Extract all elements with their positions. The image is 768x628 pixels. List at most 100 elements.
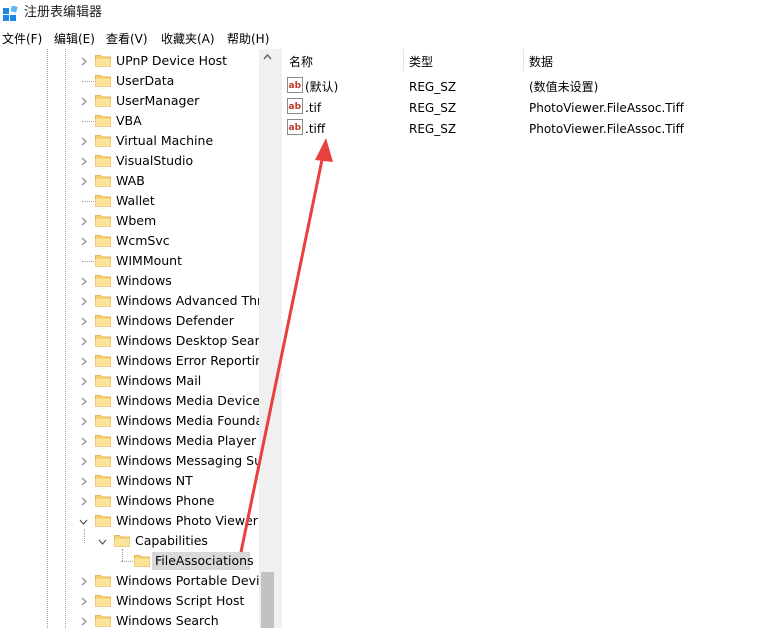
tree-connector-line: [82, 261, 94, 262]
chevron-right-icon[interactable]: [79, 417, 88, 426]
folder-icon: [95, 415, 111, 427]
tree-item[interactable]: FileAssociations: [0, 551, 259, 571]
tree-item[interactable]: Windows NT: [0, 471, 259, 491]
chevron-right-icon[interactable]: [79, 397, 88, 406]
chevron-right-icon[interactable]: [79, 297, 88, 306]
folder-icon: [95, 255, 111, 267]
values-pane: 名称 类型 数据 ab (默认) REG_SZ (数值未设置) ab .tif REG_SZ…: [282, 49, 768, 628]
chevron-right-icon[interactable]: [79, 177, 88, 186]
tree-item-label: Windows Media Device I: [116, 393, 259, 408]
column-divider[interactable]: [523, 49, 524, 71]
svg-text:ab: ab: [289, 123, 302, 133]
string-value-ab-icon: ab: [287, 77, 303, 93]
tree-item[interactable]: Windows Search: [0, 611, 259, 628]
chevron-right-icon[interactable]: [79, 337, 88, 346]
folder-icon: [95, 195, 111, 207]
tree-item[interactable]: Windows: [0, 271, 259, 291]
folder-icon: [95, 495, 111, 507]
tree-item[interactable]: WcmSvc: [0, 231, 259, 251]
column-header-data[interactable]: 数据: [529, 54, 553, 70]
chevron-down-icon[interactable]: [79, 517, 88, 526]
folder-icon: [95, 135, 111, 147]
value-type: REG_SZ: [409, 122, 457, 136]
tree-item[interactable]: Virtual Machine: [0, 131, 259, 151]
tree-item[interactable]: Windows Advanced Thre: [0, 291, 259, 311]
svg-text:ab: ab: [289, 81, 302, 91]
menu-favorites[interactable]: 收藏夹(A): [161, 31, 215, 47]
folder-icon: [95, 115, 111, 127]
chevron-right-icon[interactable]: [79, 597, 88, 606]
value-name: (默认): [305, 80, 339, 94]
column-header-type[interactable]: 类型: [409, 54, 433, 70]
tree-item[interactable]: Windows Desktop Searc: [0, 331, 259, 351]
value-row[interactable]: ab (默认) REG_SZ (数值未设置): [282, 76, 768, 96]
tree-item[interactable]: Windows Error Reportin: [0, 351, 259, 371]
tree-item-label: Windows Messaging Sul: [116, 453, 259, 468]
menu-help[interactable]: 帮助(H): [227, 31, 269, 47]
tree-connector-line: [82, 121, 94, 122]
tree-connector-line: [121, 561, 133, 562]
chevron-right-icon[interactable]: [79, 217, 88, 226]
tree-item[interactable]: Windows Phone: [0, 491, 259, 511]
menu-view[interactable]: 查看(V): [106, 31, 148, 47]
chevron-down-icon[interactable]: [98, 537, 107, 546]
tree-item[interactable]: Wallet: [0, 191, 259, 211]
tree-item[interactable]: Windows Portable Devic: [0, 571, 259, 591]
tree-item[interactable]: UserData: [0, 71, 259, 91]
column-header-name[interactable]: 名称: [289, 54, 313, 70]
chevron-right-icon[interactable]: [79, 377, 88, 386]
tree-item-label: Windows Desktop Searc: [116, 333, 259, 348]
folder-icon: [134, 555, 150, 567]
tree-item[interactable]: Windows Media Device I: [0, 391, 259, 411]
chevron-right-icon[interactable]: [79, 237, 88, 246]
tree-item[interactable]: WIMMount: [0, 251, 259, 271]
tree-item[interactable]: Wbem: [0, 211, 259, 231]
tree-item[interactable]: UserManager: [0, 91, 259, 111]
tree-item-label: Wbem: [116, 213, 157, 228]
chevron-right-icon[interactable]: [79, 617, 88, 626]
value-row[interactable]: ab .tif REG_SZ PhotoViewer.FileAssoc.Tiff: [282, 97, 768, 117]
chevron-right-icon[interactable]: [79, 277, 88, 286]
tree-item[interactable]: Windows Messaging Sul: [0, 451, 259, 471]
tree-item-label: Windows Portable Devic: [116, 573, 259, 588]
menu-edit[interactable]: 编辑(E): [54, 31, 95, 47]
value-row[interactable]: ab .tiff REG_SZ PhotoViewer.FileAssoc.Tiff: [282, 118, 768, 138]
tree-item[interactable]: Windows Script Host: [0, 591, 259, 611]
folder-icon: [95, 235, 111, 247]
tree-item[interactable]: Windows Mail: [0, 371, 259, 391]
chevron-right-icon[interactable]: [79, 157, 88, 166]
tree-item[interactable]: Windows Media Founda: [0, 411, 259, 431]
tree-item[interactable]: WAB: [0, 171, 259, 191]
scroll-up-icon[interactable]: [263, 53, 272, 60]
chevron-right-icon[interactable]: [79, 97, 88, 106]
tree-item[interactable]: VBA: [0, 111, 259, 131]
tree-item-label: Windows Error Reportin: [116, 353, 259, 368]
menu-file[interactable]: 文件(F): [2, 31, 42, 47]
scroll-thumb[interactable]: [261, 572, 274, 628]
chevron-right-icon[interactable]: [79, 477, 88, 486]
tree-item-label: FileAssociations: [155, 553, 254, 568]
folder-icon: [95, 275, 111, 287]
value-type: REG_SZ: [409, 80, 457, 94]
chevron-right-icon[interactable]: [79, 57, 88, 66]
chevron-right-icon[interactable]: [79, 357, 88, 366]
folder-icon: [95, 475, 111, 487]
tree-item-label: UserManager: [116, 93, 200, 108]
tree-scrollbar[interactable]: [259, 49, 276, 628]
chevron-right-icon[interactable]: [79, 457, 88, 466]
tree-item[interactable]: Windows Photo Viewer: [0, 511, 259, 531]
tree-guide-line: [84, 529, 85, 543]
tree-item[interactable]: Capabilities: [0, 531, 259, 551]
column-divider[interactable]: [403, 49, 404, 71]
folder-icon: [114, 535, 130, 547]
chevron-right-icon[interactable]: [79, 137, 88, 146]
chevron-right-icon[interactable]: [79, 497, 88, 506]
tree-item-label: VBA: [116, 113, 142, 128]
chevron-right-icon[interactable]: [79, 577, 88, 586]
chevron-right-icon[interactable]: [79, 317, 88, 326]
tree-item[interactable]: UPnP Device Host: [0, 51, 259, 71]
chevron-right-icon[interactable]: [79, 437, 88, 446]
tree-item[interactable]: Windows Media Player N: [0, 431, 259, 451]
tree-item[interactable]: Windows Defender: [0, 311, 259, 331]
tree-item[interactable]: VisualStudio: [0, 151, 259, 171]
